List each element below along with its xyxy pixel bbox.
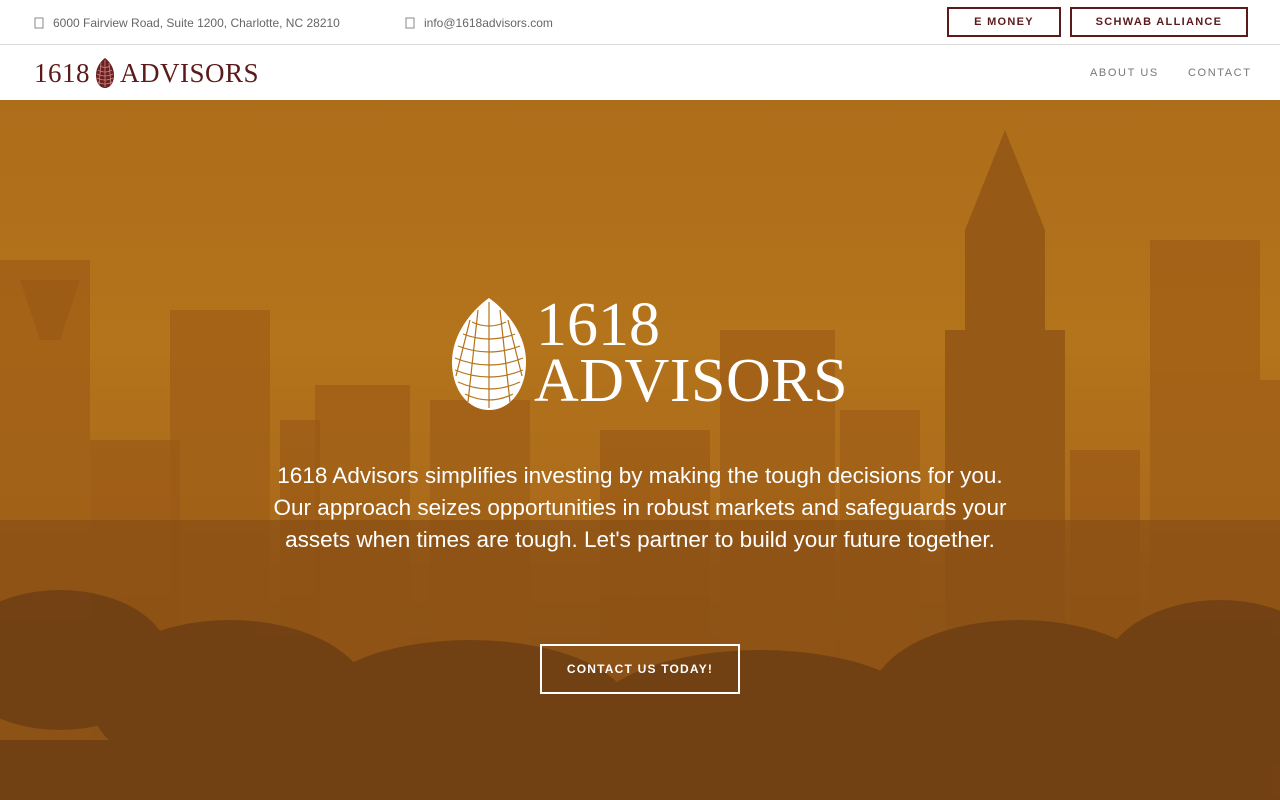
hero-logo: 1618 ADVISORS	[448, 291, 849, 415]
contact-us-today-button[interactable]: CONTACT US TODAY!	[540, 644, 740, 694]
city-skyline-background	[0, 100, 1280, 800]
hero-brand-word: ADVISORS	[534, 347, 849, 415]
address-info: 6000 Fairview Road, Suite 1200, Charlott…	[34, 14, 340, 32]
nav-about-us[interactable]: ABOUT US	[1090, 67, 1159, 79]
site-header: 1618 ADVISORS ABOUT US CONTACT	[0, 45, 1280, 100]
pinecone-icon	[452, 298, 526, 410]
logo-number: 1618	[34, 57, 90, 88]
top-bar: 6000 Fairview Road, Suite 1200, Charlott…	[0, 0, 1280, 45]
pinecone-icon	[94, 57, 116, 89]
address-text: 6000 Fairview Road, Suite 1200, Charlott…	[53, 16, 340, 30]
hero-tagline: 1618 Advisors simplifies investing by ma…	[273, 463, 1007, 552]
envelope-icon	[405, 17, 415, 29]
emoney-button[interactable]: E MONEY	[947, 7, 1061, 37]
nav-contact[interactable]: CONTACT	[1188, 67, 1252, 79]
hero-section: 1618 ADVISORS 1618 Advisors simplifies i…	[0, 100, 1280, 800]
schwab-alliance-button[interactable]: SCHWAB ALLIANCE	[1070, 7, 1248, 37]
site-logo[interactable]: 1618 ADVISORS	[34, 56, 259, 90]
map-marker-icon	[34, 17, 44, 29]
email-link[interactable]: info@1618advisors.com	[424, 16, 553, 30]
logo-word: ADVISORS	[120, 57, 260, 88]
email-info[interactable]: info@1618advisors.com	[405, 14, 553, 32]
